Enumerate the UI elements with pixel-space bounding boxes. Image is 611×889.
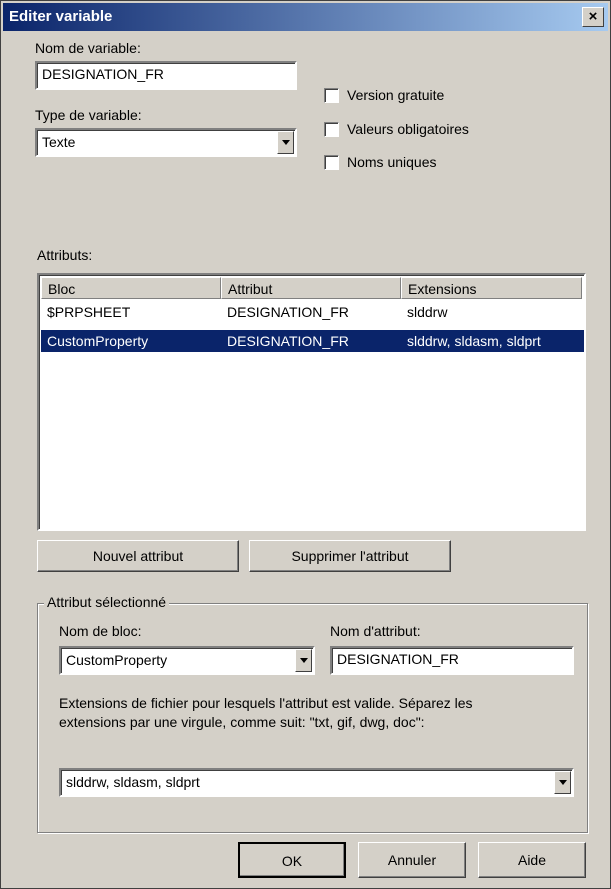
new-attribute-button[interactable]: Nouvel attribut xyxy=(37,540,239,572)
window-title: Editer variable xyxy=(9,8,113,25)
unique-names-label: Noms uniques xyxy=(347,154,437,170)
extensions-value: slddrw, sldasm, sldprt xyxy=(66,774,200,790)
cell-bloc: CustomProperty xyxy=(47,333,149,349)
table-row-selected[interactable]: CustomProperty DESIGNATION_FR slddrw, sl… xyxy=(41,330,584,352)
edit-variable-dialog: Editer variable × Nom de variable: DESIG… xyxy=(0,0,611,889)
cancel-button[interactable]: Annuler xyxy=(358,842,466,878)
variable-name-input[interactable]: DESIGNATION_FR xyxy=(35,61,297,90)
column-header-extensions[interactable]: Extensions xyxy=(401,277,582,299)
extensions-help-line2: extensions par une virgule, comme suit: … xyxy=(59,714,425,730)
selected-attribute-legend: Attribut sélectionné xyxy=(44,594,170,610)
table-row[interactable]: $PRPSHEET DESIGNATION_FR slddrw xyxy=(41,301,584,323)
extensions-help-line1: Extensions de fichier pour lesquels l'at… xyxy=(59,695,473,711)
required-values-label: Valeurs obligatoires xyxy=(347,121,469,137)
chevron-down-icon[interactable] xyxy=(277,131,294,154)
column-header-attribut[interactable]: Attribut xyxy=(221,277,401,299)
block-name-select[interactable]: CustomProperty xyxy=(59,646,315,675)
title-bar[interactable]: Editer variable × xyxy=(3,3,608,31)
unique-names-checkbox[interactable] xyxy=(324,155,339,170)
help-button[interactable]: Aide xyxy=(478,842,586,878)
close-button[interactable]: × xyxy=(582,7,604,27)
variable-type-value: Texte xyxy=(42,134,76,150)
chevron-down-icon[interactable] xyxy=(295,649,312,672)
variable-type-select[interactable]: Texte xyxy=(35,128,297,157)
column-header-bloc[interactable]: Bloc xyxy=(41,277,221,299)
variable-type-label: Type de variable: xyxy=(35,107,142,123)
cell-extensions: slddrw xyxy=(407,304,448,320)
chevron-down-icon[interactable] xyxy=(554,771,571,794)
block-name-value: CustomProperty xyxy=(66,652,168,668)
required-values-checkbox[interactable] xyxy=(324,122,339,137)
ok-button[interactable]: OK xyxy=(238,842,346,878)
attribute-name-input[interactable]: DESIGNATION_FR xyxy=(330,646,574,675)
cell-bloc: $PRPSHEET xyxy=(47,304,131,320)
free-version-checkbox[interactable] xyxy=(324,88,339,103)
cell-attribut: DESIGNATION_FR xyxy=(227,304,349,320)
attributes-label: Attributs: xyxy=(37,247,93,263)
cell-attribut: DESIGNATION_FR xyxy=(227,333,349,349)
attribute-name-label: Nom d'attribut: xyxy=(330,623,421,639)
variable-name-label: Nom de variable: xyxy=(35,40,141,56)
attributes-list[interactable]: Bloc Attribut Extensions $PRPSHEET DESIG… xyxy=(37,273,586,531)
free-version-label: Version gratuite xyxy=(347,87,445,103)
delete-attribute-button[interactable]: Supprimer l'attribut xyxy=(249,540,451,572)
cell-extensions: slddrw, sldasm, sldprt xyxy=(407,333,541,349)
block-name-label: Nom de bloc: xyxy=(59,623,142,639)
extensions-select[interactable]: slddrw, sldasm, sldprt xyxy=(59,768,574,797)
